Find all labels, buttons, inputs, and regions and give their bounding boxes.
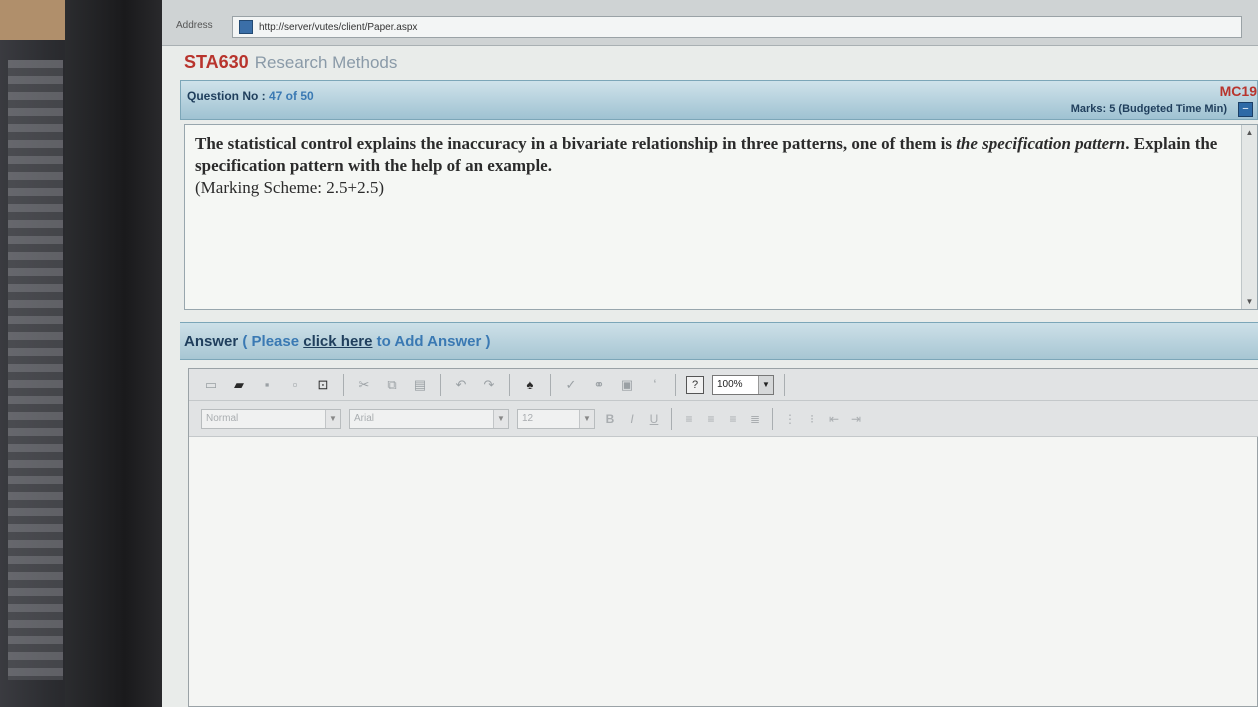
desk-surface — [0, 0, 70, 40]
toolbar-separator — [671, 407, 672, 430]
chevron-down-icon[interactable]: ▼ — [493, 409, 508, 428]
question-number: Question No : 47 of 50 — [187, 89, 314, 103]
align-justify-icon[interactable]: ≣ — [748, 412, 762, 426]
question-text-part1: The statistical control explains the ina… — [195, 134, 957, 153]
answer-please-text: Please — [251, 333, 300, 350]
chevron-down-icon[interactable]: ▼ — [325, 409, 340, 428]
undo-icon[interactable]: ↶ — [451, 376, 471, 394]
insert-symbol-icon[interactable]: ʻ — [645, 376, 665, 394]
answer-editor: ▭ ▰ ▪ ▫ ⊡ ✂ ⧉ ▤ ↶ ↷ ♠ ✓ ⚭ ▣ ʻ ? 100% ▼ N… — [188, 368, 1258, 707]
zoom-value: 100% — [717, 379, 743, 390]
spell-check-icon[interactable]: ✓ — [561, 376, 581, 394]
new-document-icon[interactable]: ▭ — [201, 376, 221, 394]
open-folder-icon[interactable]: ▰ — [229, 376, 249, 394]
bulleted-list-icon[interactable]: ⁝ — [805, 412, 819, 426]
monitor-bezel — [65, 0, 165, 707]
font-size-select[interactable]: 12 ▼ — [517, 408, 595, 429]
question-number-value: 47 of 50 — [269, 89, 314, 103]
redo-icon[interactable]: ↷ — [479, 376, 499, 394]
font-size-value: 12 — [522, 413, 534, 424]
numbered-list-icon[interactable]: ⋮ — [783, 412, 797, 426]
marking-scheme: (Marking Scheme: 2.5+2.5) — [195, 178, 384, 197]
font-name-value: Arial — [354, 413, 375, 424]
print-icon[interactable]: ▫ — [285, 376, 305, 394]
underline-icon[interactable]: U — [647, 412, 661, 426]
bold-icon[interactable]: B — [603, 412, 617, 426]
address-input[interactable]: http://server/vutes/client/Paper.aspx — [232, 16, 1242, 38]
chevron-down-icon[interactable]: ▼ — [758, 375, 773, 394]
save-icon[interactable]: ▪ — [257, 376, 277, 394]
address-url: http://server/vutes/client/Paper.aspx — [259, 21, 418, 33]
font-name-select[interactable]: Arial ▼ — [349, 408, 509, 429]
indent-icon[interactable]: ⇥ — [849, 412, 863, 426]
editor-toolbar-primary: ▭ ▰ ▪ ▫ ⊡ ✂ ⧉ ▤ ↶ ↷ ♠ ✓ ⚭ ▣ ʻ ? 100% ▼ — [189, 369, 1258, 401]
toolbar-separator — [784, 373, 785, 396]
add-answer-link[interactable]: click here — [303, 333, 372, 350]
question-type-code: MC19 — [1219, 83, 1257, 99]
answer-heading: Answer ( Please click here to Add Answer… — [184, 333, 491, 350]
address-bar-strip: Address http://server/vutes/client/Paper… — [162, 0, 1258, 46]
scroll-down-icon[interactable]: ▼ — [1244, 296, 1255, 307]
insert-link-icon[interactable]: ⚭ — [589, 376, 609, 394]
answer-open-paren: ( — [242, 333, 248, 350]
answer-suffix-text: to Add Answer — [376, 333, 482, 350]
question-scrollbar[interactable]: ▲ ▼ — [1241, 125, 1257, 309]
toolbar-separator — [440, 373, 441, 396]
answer-header-bar: Answer ( Please click here to Add Answer… — [180, 322, 1258, 360]
toolbar-separator — [675, 373, 676, 396]
question-marks: Marks: 5 (Budgeted Time Min) — [1070, 103, 1227, 115]
chevron-down-icon[interactable]: ▼ — [579, 409, 594, 428]
cut-icon[interactable]: ✂ — [354, 376, 374, 394]
align-left-icon[interactable]: ≡ — [682, 412, 696, 426]
toolbar-separator — [550, 373, 551, 396]
scroll-up-icon[interactable]: ▲ — [1244, 127, 1255, 138]
outdent-icon[interactable]: ⇤ — [827, 412, 841, 426]
align-center-icon[interactable]: ≡ — [704, 412, 718, 426]
answer-label: Answer — [184, 333, 239, 350]
toolbar-separator — [772, 407, 773, 430]
editor-toolbar-formatting: Normal ▼ Arial ▼ 12 ▼ B I U ≡ ≡ ≡ ≣ ⋮ ⁝ … — [189, 401, 1258, 437]
question-number-label: Question No : — [187, 89, 269, 103]
course-code: STA630 — [184, 52, 249, 72]
insert-image-icon[interactable]: ▣ — [617, 376, 637, 394]
copy-icon[interactable]: ⧉ — [382, 376, 402, 394]
course-name: Research Methods — [254, 53, 398, 72]
answer-text-area[interactable] — [189, 437, 1257, 706]
toolbar-separator — [509, 373, 510, 396]
align-right-icon[interactable]: ≡ — [726, 412, 740, 426]
address-label: Address — [176, 20, 213, 31]
question-text-emphasis: the specification pattern — [956, 134, 1126, 153]
paste-icon[interactable]: ▤ — [410, 376, 430, 394]
page-icon — [239, 20, 253, 34]
find-binoculars-icon[interactable]: ♠ — [520, 376, 540, 394]
italic-icon[interactable]: I — [625, 412, 639, 426]
collapse-toggle-icon[interactable]: − — [1238, 102, 1253, 117]
question-text: The statistical control explains the ina… — [185, 125, 1257, 199]
paragraph-style-select[interactable]: Normal ▼ — [201, 408, 341, 429]
paragraph-style-value: Normal — [206, 413, 239, 424]
answer-close-paren: ) — [485, 333, 491, 350]
browser-window: Address http://server/vutes/client/Paper… — [162, 0, 1258, 707]
print-preview-icon[interactable]: ⊡ — [313, 376, 333, 394]
zoom-select[interactable]: 100% ▼ — [712, 374, 774, 395]
toolbar-separator — [343, 373, 344, 396]
computer-case-vents — [8, 60, 63, 680]
help-icon[interactable]: ? — [686, 375, 704, 394]
question-header-bar: Question No : 47 of 50 MC19 Marks: 5 (Bu… — [180, 80, 1258, 120]
question-text-panel: The statistical control explains the ina… — [184, 124, 1258, 310]
course-header: STA630 Research Methods — [184, 52, 397, 76]
